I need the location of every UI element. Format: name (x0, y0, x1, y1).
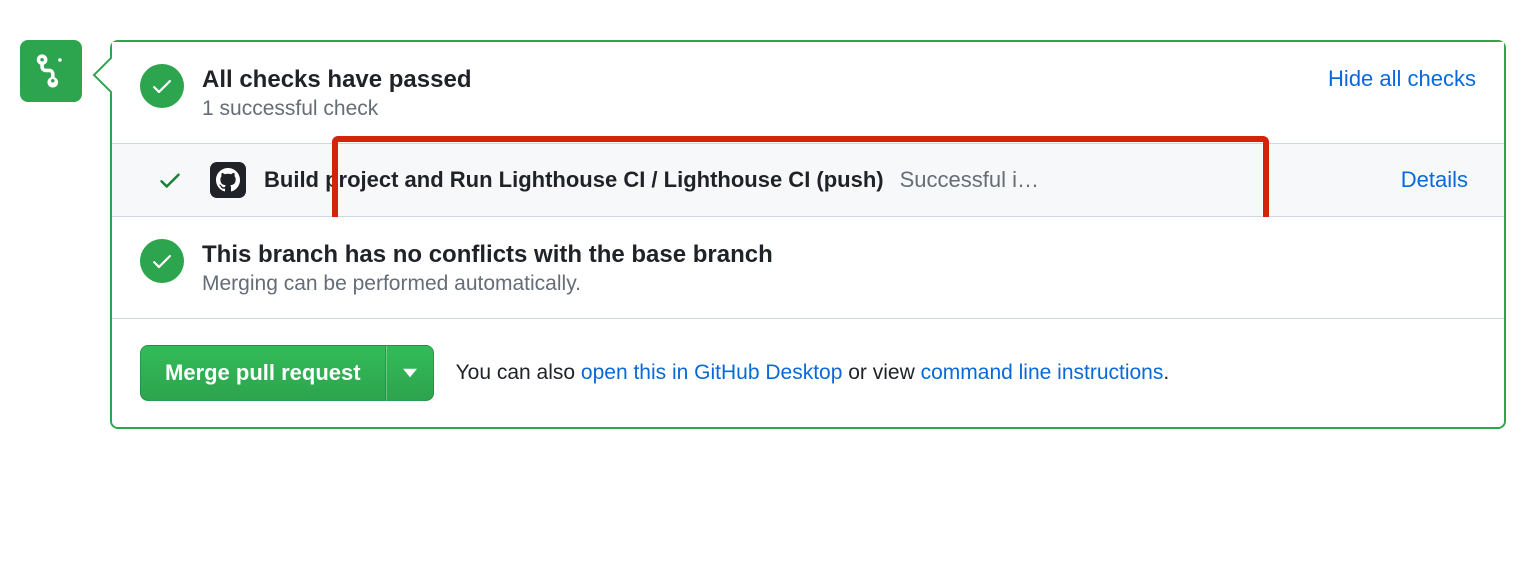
conflicts-section: This branch has no conflicts with the ba… (112, 217, 1504, 318)
conflicts-title: This branch has no conflicts with the ba… (202, 239, 1476, 270)
merge-hint-text: You can also open this in GitHub Desktop… (456, 361, 1170, 385)
command-line-instructions-link[interactable]: command line instructions (921, 361, 1164, 384)
merge-icon (20, 40, 82, 102)
hint-middle: or view (842, 361, 920, 384)
check-item-row: Build project and Run Lighthouse CI / Li… (112, 143, 1504, 217)
checks-title: All checks have passed (202, 64, 1310, 95)
caret-down-icon (403, 368, 417, 378)
check-success-icon (148, 167, 192, 193)
merge-actions-section: Merge pull request You can also open thi… (112, 318, 1504, 427)
merge-options-dropdown[interactable] (386, 345, 434, 401)
open-github-desktop-link[interactable]: open this in GitHub Desktop (581, 361, 842, 384)
success-check-icon (140, 239, 184, 283)
checks-subtitle: 1 successful check (202, 97, 1310, 121)
hint-suffix: . (1163, 361, 1169, 384)
hide-checks-link[interactable]: Hide all checks (1328, 66, 1476, 92)
check-details-link[interactable]: Details (1401, 167, 1468, 193)
merge-status-panel: All checks have passed 1 successful chec… (110, 40, 1506, 429)
check-result: Successful i… (900, 167, 1039, 193)
merge-pull-request-button[interactable]: Merge pull request (140, 345, 386, 401)
hint-prefix: You can also (456, 361, 581, 384)
checks-summary-section: All checks have passed 1 successful chec… (112, 42, 1504, 143)
github-actions-icon (210, 162, 246, 198)
success-check-icon (140, 64, 184, 108)
check-name[interactable]: Build project and Run Lighthouse CI / Li… (264, 167, 884, 193)
merge-button-group: Merge pull request (140, 345, 434, 401)
conflicts-subtitle: Merging can be performed automatically. (202, 272, 1476, 296)
